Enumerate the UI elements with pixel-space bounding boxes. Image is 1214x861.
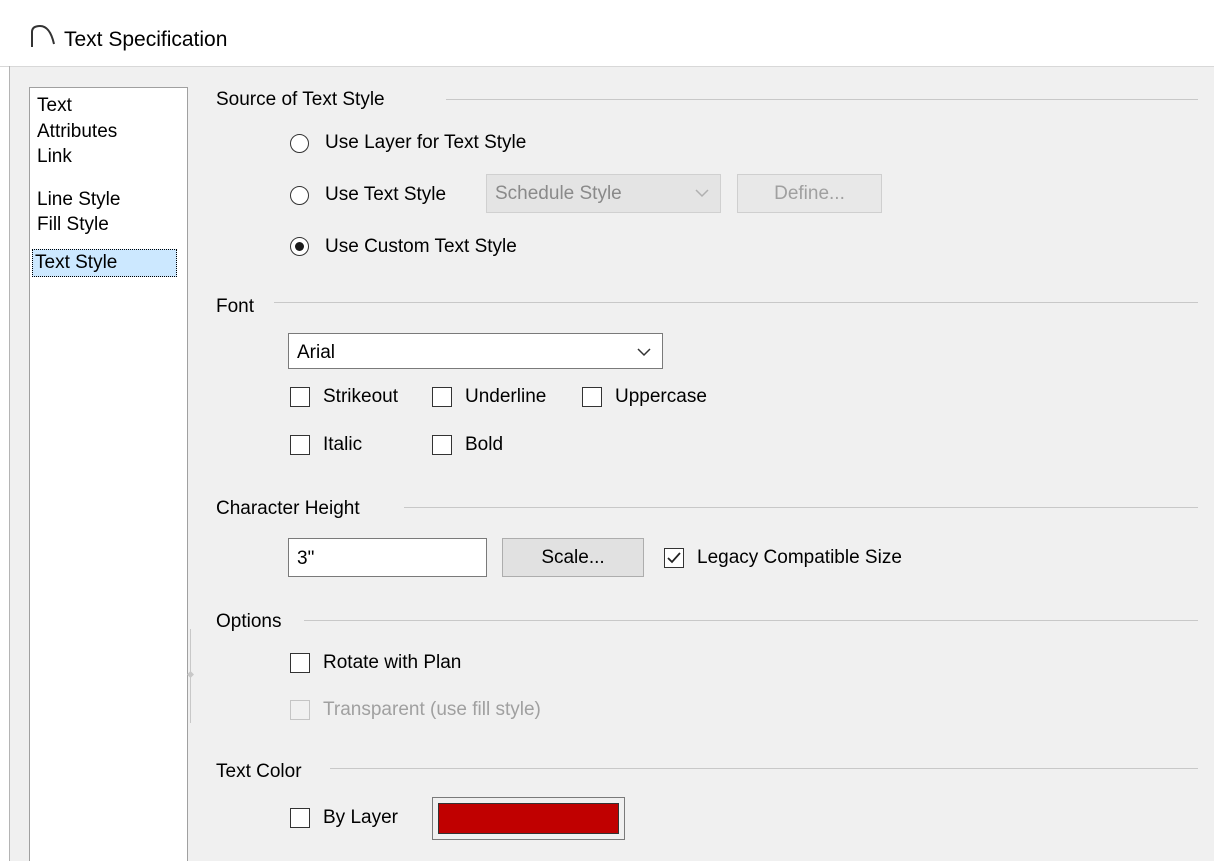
font-group-label: Font <box>216 296 255 317</box>
checkmark-icon <box>667 552 681 564</box>
chevron-down-icon <box>695 189 709 198</box>
use-text-style-label[interactable]: Use Text Style <box>325 184 446 206</box>
transparent-checkbox[interactable] <box>290 700 310 720</box>
splitter-grip-icon[interactable] <box>187 671 194 678</box>
nav-item-fill-style[interactable]: Fill Style <box>34 211 112 239</box>
font-dropdown[interactable]: Arial <box>288 333 663 369</box>
use-custom-radio[interactable] <box>290 237 309 256</box>
radio-selected-dot <box>295 242 304 251</box>
italic-checkbox[interactable] <box>290 435 310 455</box>
nav-item-line-style[interactable]: Line Style <box>34 186 123 214</box>
color-group-label: Text Color <box>216 761 302 782</box>
uppercase-checkbox[interactable] <box>582 387 602 407</box>
font-dropdown-value: Arial <box>297 342 336 363</box>
text-style-dropdown[interactable]: Schedule Style <box>486 174 721 213</box>
transparent-label[interactable]: Transparent (use fill style) <box>323 699 541 721</box>
bold-label[interactable]: Bold <box>465 434 503 456</box>
nav-item-link[interactable]: Link <box>34 143 75 171</box>
legacy-size-label[interactable]: Legacy Compatible Size <box>697 547 902 569</box>
by-layer-checkbox[interactable] <box>290 808 310 828</box>
category-list[interactable]: Text Attributes Link Line Style Fill Sty… <box>29 87 188 861</box>
options-group-divider <box>304 620 1198 621</box>
uppercase-label[interactable]: Uppercase <box>615 386 707 408</box>
dialog-body: Text Attributes Link Line Style Fill Sty… <box>10 67 1214 861</box>
height-group-divider <box>404 507 1198 508</box>
chevron-down-icon <box>637 348 651 357</box>
use-text-style-radio[interactable] <box>290 186 309 205</box>
define-button[interactable]: Define... <box>737 174 882 213</box>
use-layer-radio[interactable] <box>290 134 309 153</box>
character-height-value: 3" <box>297 548 315 569</box>
nav-item-attributes[interactable]: Attributes <box>34 118 120 146</box>
underline-checkbox[interactable] <box>432 387 452 407</box>
height-group-label: Character Height <box>216 498 360 519</box>
title-bar: Text Specification <box>0 0 1214 66</box>
nav-item-text[interactable]: Text <box>34 92 75 120</box>
nav-item-text-style[interactable]: Text Style <box>32 249 177 277</box>
italic-label[interactable]: Italic <box>323 434 362 456</box>
character-height-input[interactable]: 3" <box>288 538 487 577</box>
bold-checkbox[interactable] <box>432 435 452 455</box>
underline-label[interactable]: Underline <box>465 386 546 408</box>
legacy-size-checkbox[interactable] <box>664 548 684 568</box>
source-group-divider <box>446 99 1198 100</box>
scale-button[interactable]: Scale... <box>502 538 644 577</box>
strikeout-checkbox[interactable] <box>290 387 310 407</box>
options-group-label: Options <box>216 611 282 632</box>
arch-curve-icon <box>31 24 55 47</box>
text-color-swatch <box>438 803 619 834</box>
color-group-divider <box>330 768 1198 769</box>
rotate-with-plan-checkbox[interactable] <box>290 653 310 673</box>
text-color-button[interactable] <box>432 797 625 840</box>
font-group-divider <box>274 302 1198 303</box>
use-custom-label[interactable]: Use Custom Text Style <box>325 236 517 258</box>
use-layer-label[interactable]: Use Layer for Text Style <box>325 132 526 154</box>
strikeout-label[interactable]: Strikeout <box>323 386 398 408</box>
by-layer-label[interactable]: By Layer <box>323 807 398 829</box>
source-group-label: Source of Text Style <box>216 89 385 110</box>
text-style-dropdown-value: Schedule Style <box>495 183 622 204</box>
window-title: Text Specification <box>64 28 228 51</box>
rotate-with-plan-label[interactable]: Rotate with Plan <box>323 652 461 674</box>
